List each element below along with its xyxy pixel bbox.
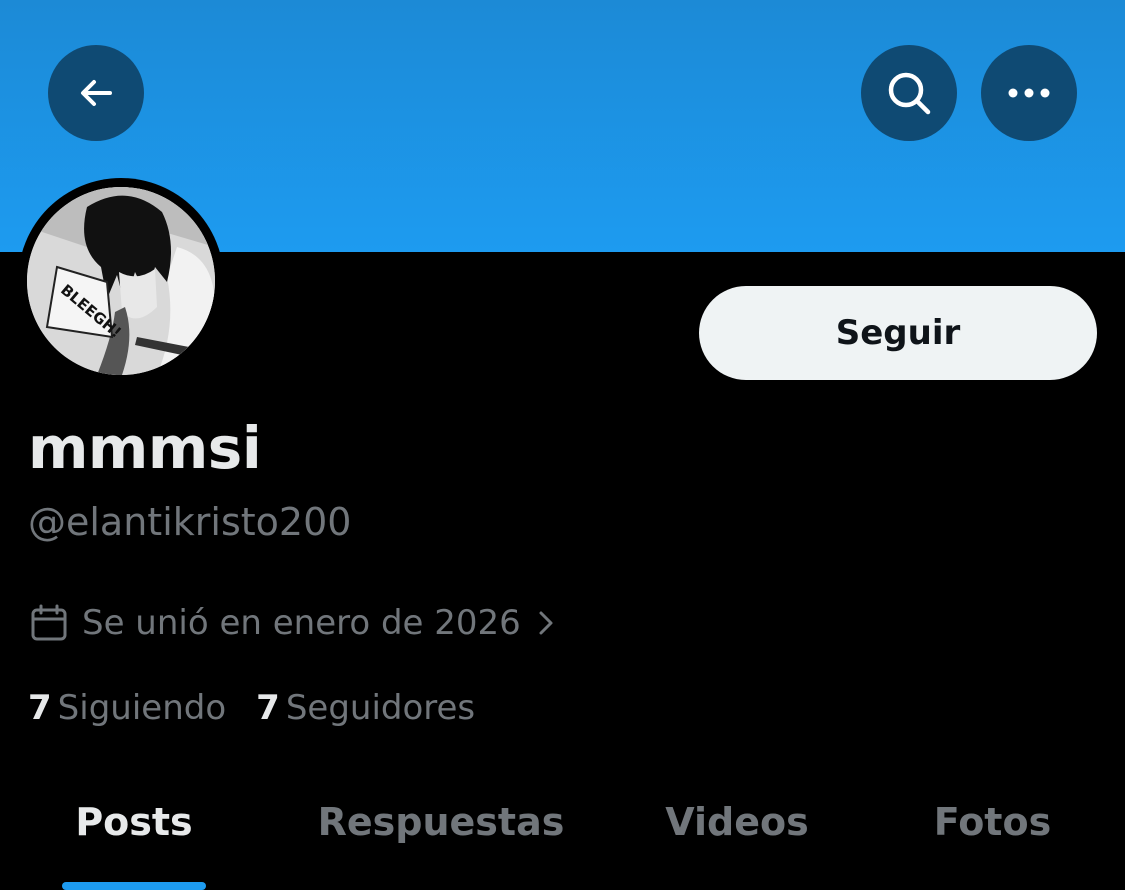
chevron-right-icon — [535, 608, 557, 638]
search-icon — [888, 72, 931, 115]
profile-avatar[interactable]: BLEEGH! — [18, 178, 224, 384]
followers-label: Seguidores — [285, 688, 476, 728]
avatar-image: BLEEGH! — [27, 187, 215, 375]
calendar-icon — [30, 604, 68, 642]
joined-date-row[interactable]: Se unió en enero de 2026 — [30, 603, 557, 643]
display-name: mmmsi — [28, 414, 262, 482]
user-handle: @elantikristo200 — [28, 500, 352, 544]
tab-videos-label: Videos — [665, 800, 809, 844]
followers-count: 7 — [256, 688, 280, 728]
following-label: Siguiendo — [57, 688, 227, 728]
profile-tabs: Posts Respuestas Videos Fotos — [0, 790, 1125, 890]
tab-respuestas[interactable]: Respuestas — [268, 790, 614, 890]
tab-posts[interactable]: Posts — [0, 790, 268, 890]
back-arrow-icon — [81, 80, 112, 106]
tab-respuestas-label: Respuestas — [317, 800, 565, 844]
search-button[interactable] — [861, 45, 957, 141]
tab-posts-label: Posts — [75, 800, 193, 844]
back-button[interactable] — [48, 45, 144, 141]
followers-stat[interactable]: 7 Seguidores — [256, 688, 475, 728]
follow-stats: 7 Siguiendo 7 Seguidores — [28, 688, 505, 728]
joined-date-text: Se unió en enero de 2026 — [82, 603, 521, 643]
tab-fotos-label: Fotos — [933, 800, 1052, 844]
following-stat[interactable]: 7 Siguiendo — [28, 688, 226, 728]
active-tab-indicator — [62, 882, 206, 890]
following-count: 7 — [28, 688, 52, 728]
tab-fotos[interactable]: Fotos — [860, 790, 1125, 890]
tab-videos[interactable]: Videos — [614, 790, 860, 890]
follow-button[interactable]: Seguir — [699, 286, 1097, 380]
more-options-button[interactable] — [981, 45, 1077, 141]
more-options-icon — [1008, 88, 1050, 98]
